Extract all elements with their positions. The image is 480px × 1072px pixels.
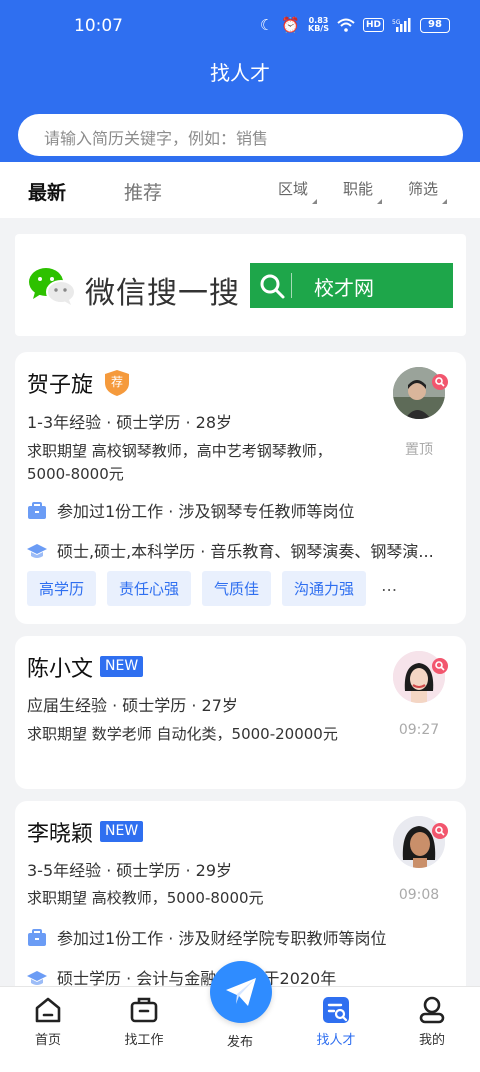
candidate-name: 陈小文 [27,657,94,682]
update-time: 09:27 [398,722,440,738]
page-title: 找人才 [210,61,270,85]
publish-label: 发布 [226,1035,253,1050]
divider [291,273,292,298]
battery-icon: 98 [420,17,450,33]
tag: 责任心强 [107,571,192,606]
job-icon [130,997,158,1023]
candidate-meta: 1-3年经验 · 硕士学历 · 28岁 [27,413,233,432]
work-experience: 参加过1份工作 · 涉及钢琴专任教师等岗位 [27,498,457,522]
candidate-meta: 3-5年经验 · 硕士学历 · 29岁 [27,861,233,880]
search-icon [260,274,285,299]
new-badge: NEW [100,656,144,677]
home-icon [35,997,61,1023]
wechat-icon [29,268,76,305]
pinned-label: 置顶 [405,442,433,458]
tags-more: … [381,576,398,595]
candidate-card[interactable]: 贺子旋 荐 1-3年经验 · 硕士学历 · 28岁 求职期望 高校钢琴教师，高中… [15,352,466,624]
hd-indicator: HD [362,18,384,32]
dropdown-triangle-icon [312,199,318,204]
tab-latest[interactable]: 最新 [28,178,66,205]
briefcase-icon [28,502,46,519]
work-experience: 参加过1份工作 · 涉及财经学院专职教师等岗位 [27,925,457,949]
status-bar: 10:07 ☾ ⏰ 0.83 KB/S HD 5G 98 [0,0,480,54]
pin-icon [432,823,448,839]
nav-find-talent[interactable]: 找人才 [296,995,376,1048]
banner-button-label: 校才网 [314,276,374,300]
talent-search-icon [323,997,349,1023]
network-speed: 0.83 KB/S [308,16,329,33]
wifi-icon [337,18,355,32]
dropdown-triangle-icon [442,199,448,204]
new-badge: NEW [100,821,144,842]
nav-profile[interactable]: 我的 [392,995,472,1048]
job-expectation: 求职期望 数学老师 自动化类，5000-20000元 [27,725,338,743]
recommend-badge: 荐 [103,369,131,397]
dropdown-triangle-icon [377,199,383,204]
candidate-meta: 应届生经验 · 硕士学历 · 27岁 [27,696,238,715]
filter-function[interactable]: 职能 [343,178,383,204]
signal-icon: 5G [392,18,411,32]
job-expectation: 求职期望 高校钢琴教师，高中艺考钢琴教师，5000-8000元 [27,442,332,483]
nav-home[interactable]: 首页 [8,995,88,1048]
search-input[interactable]: 请输入简历关键字，例如：销售 [18,114,463,156]
moon-icon: ☾ [259,16,274,34]
briefcase-icon [28,929,46,946]
update-time: 09:08 [398,887,440,903]
filter-region[interactable]: 区域 [278,178,318,204]
candidate-name: 贺子旋 [27,373,94,398]
graduation-cap-icon [27,971,47,985]
pin-icon [432,374,448,390]
alarm-icon: ⏰ [281,16,300,34]
profile-icon [419,996,445,1024]
nav-find-job[interactable]: 找工作 [104,995,184,1048]
tag: 气质佳 [202,571,272,606]
svg-text:5G: 5G [392,19,401,26]
graduation-cap-icon [27,544,47,558]
candidate-name: 李晓颖 [27,822,94,847]
job-expectation: 求职期望 高校教师，5000-8000元 [27,889,264,907]
tag: 沟通力强 [282,571,367,606]
status-icons: ☾ ⏰ 0.83 KB/S HD 5G 98 [260,16,450,34]
app-header: 10:07 ☾ ⏰ 0.83 KB/S HD 5G 98 找人才 请输入简历关键… [0,0,480,162]
tab-recommend[interactable]: 推荐 [124,178,162,205]
candidate-tags: 高学历 责任心强 气质佳 沟通力强 … [27,571,401,606]
filter-screen[interactable]: 筛选 [408,178,448,204]
education-info: 硕士,硕士,本科学历 · 音乐教育、钢琴演奏、钢琴演... [27,538,457,562]
status-time: 10:07 [74,16,123,36]
search-placeholder: 请输入简历关键字，例如：销售 [44,129,269,148]
paper-plane-icon [226,978,256,1006]
filter-bar: 最新 推荐 区域 职能 筛选 [0,162,480,218]
pin-icon [432,658,448,674]
tag: 高学历 [27,571,97,606]
publish-button[interactable] [210,961,272,1023]
banner-text: 微信搜一搜 [85,276,240,311]
wechat-search-banner[interactable]: 微信搜一搜 校才网 [15,234,466,336]
banner-search-button[interactable]: 校才网 [250,263,453,308]
candidate-card[interactable]: 陈小文 NEW 应届生经验 · 硕士学历 · 27岁 求职期望 数学老师 自动化… [15,636,466,789]
